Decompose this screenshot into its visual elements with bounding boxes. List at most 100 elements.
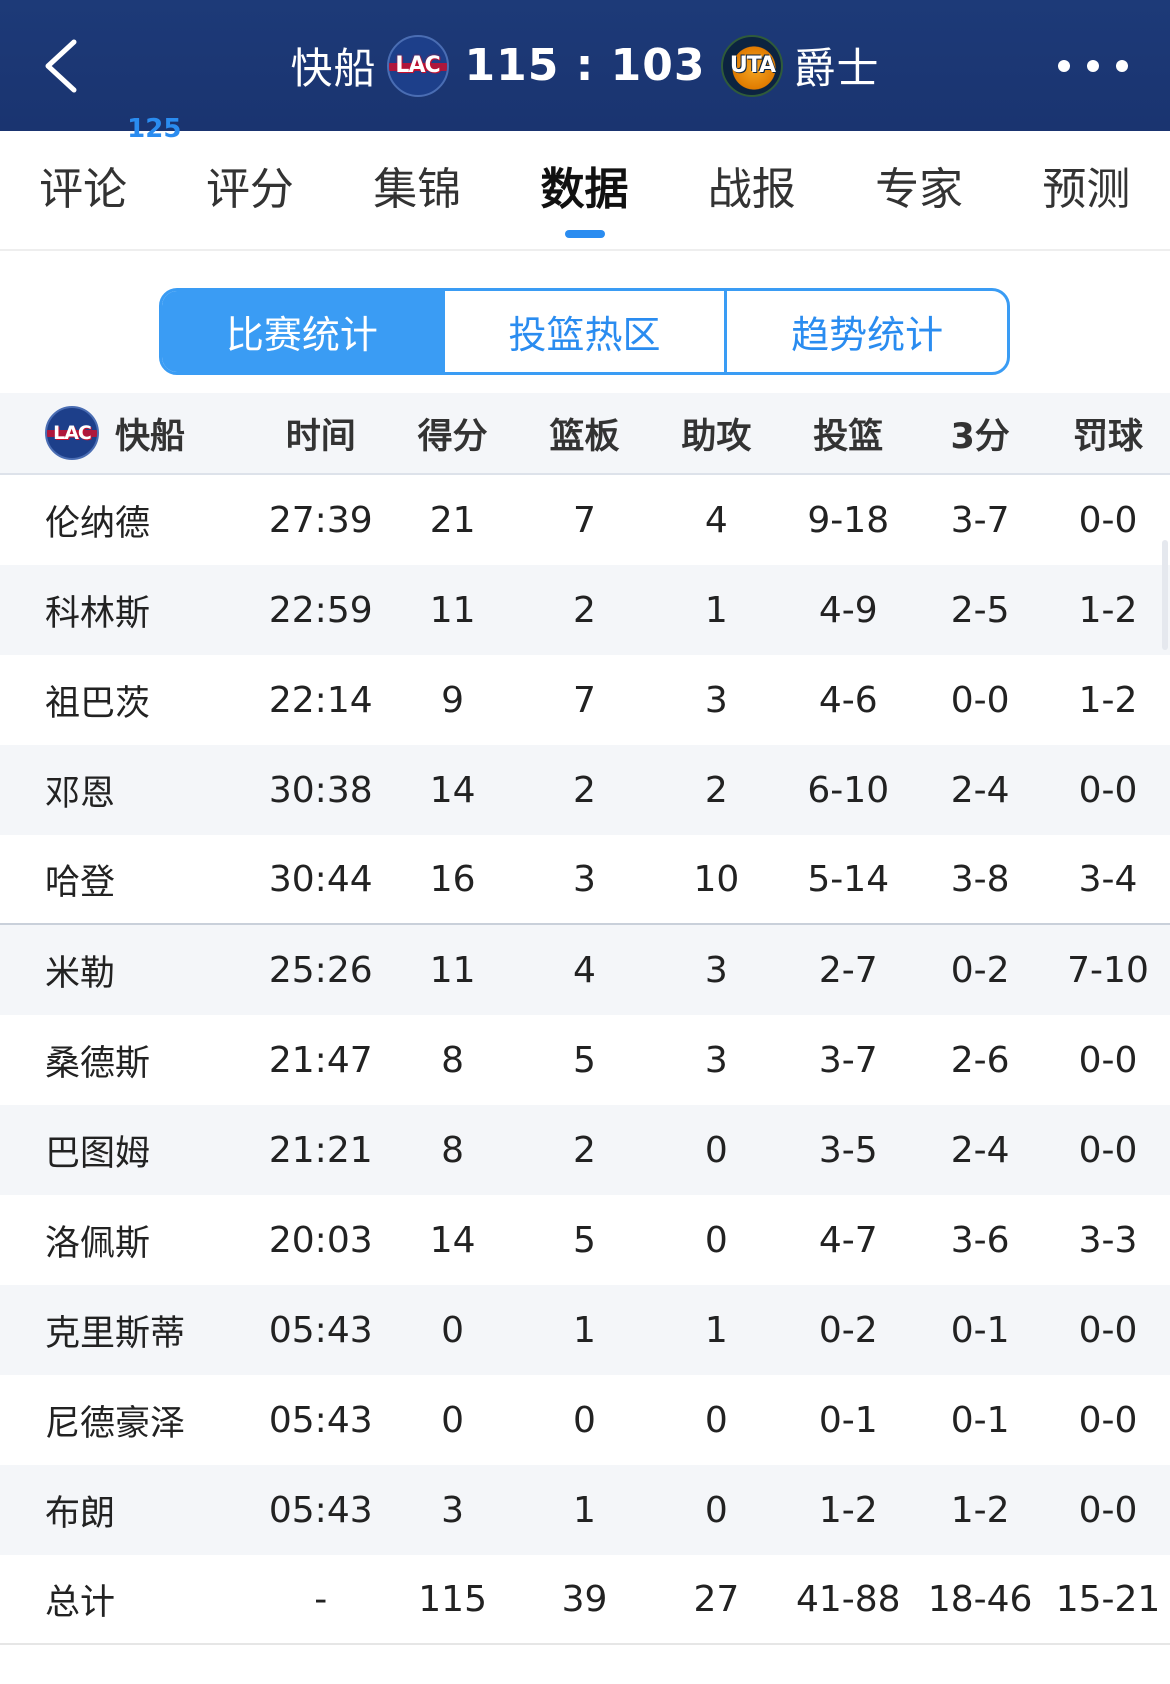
tab-highlights[interactable]: 集锦: [334, 130, 501, 250]
cell-free-throws: 0-0: [1078, 1039, 1138, 1081]
cell-field-goals: 6-10: [807, 769, 890, 811]
table-row[interactable]: 布朗 05:43 3 1 0 1-2 1-2 0-0: [0, 1465, 1170, 1555]
tab-comments[interactable]: 评论 125: [0, 114, 181, 250]
team-column-header[interactable]: LAC 快船: [0, 406, 255, 460]
total-field-goals: 41-88: [795, 1578, 901, 1620]
cell-three-pointers: 3-7: [950, 499, 1010, 541]
scoreboard: 快船 LAC 115 : 103 UTA 爵士: [0, 0, 1170, 131]
table-total-row: 总计 - 115 39 27 41-88 18-46 15-21: [0, 1555, 1170, 1645]
tab-label: 评论: [39, 164, 128, 215]
cell-free-throws: 0-0: [1078, 1129, 1138, 1171]
player-name: 邓恩: [45, 773, 116, 814]
total-label: 总计: [45, 1582, 116, 1623]
cell-points: 11: [429, 949, 476, 991]
tab-label: 评分: [205, 164, 294, 215]
segment-shot-chart[interactable]: 投篮热区: [445, 291, 728, 372]
cell-minutes: 05:43: [268, 1309, 373, 1351]
cell-assists: 0: [704, 1399, 728, 1441]
cell-field-goals: 1-2: [818, 1489, 878, 1531]
tab-predictions[interactable]: 预测: [1003, 130, 1170, 250]
cell-rebounds: 4: [573, 949, 596, 991]
segment-game-stats[interactable]: 比赛统计: [162, 291, 445, 372]
total-three-pointers: 18-46: [927, 1578, 1033, 1620]
tab-label: 专家: [875, 164, 964, 215]
table-row[interactable]: 洛佩斯 20:03 14 5 0 4-7 3-6 3-3: [0, 1195, 1170, 1285]
tab-report[interactable]: 战报: [668, 130, 835, 250]
cell-rebounds: 2: [573, 589, 596, 631]
cell-field-goals: 0-1: [818, 1399, 878, 1441]
game-score: 115 : 103: [464, 40, 706, 91]
cell-field-goals: 3-7: [818, 1039, 878, 1081]
cell-field-goals: 5-14: [807, 858, 890, 900]
more-options-button[interactable]: [1058, 50, 1128, 82]
total-free-throws: 15-21: [1055, 1578, 1161, 1620]
cell-points: 14: [429, 1219, 476, 1261]
cell-minutes: 25:26: [268, 949, 373, 991]
table-row[interactable]: 尼德豪泽 05:43 0 0 0 0-1 0-1 0-0: [0, 1375, 1170, 1465]
cell-rebounds: 7: [573, 679, 596, 721]
tab-ratings[interactable]: 评分: [166, 130, 333, 250]
total-rebounds: 39: [561, 1578, 608, 1620]
cell-three-pointers: 3-8: [950, 858, 1010, 900]
cell-field-goals: 3-5: [818, 1129, 878, 1171]
cell-minutes: 30:38: [268, 769, 373, 811]
player-name: 米勒: [45, 953, 116, 994]
cell-field-goals: 2-7: [818, 949, 878, 991]
home-team-logo[interactable]: LAC: [386, 34, 449, 97]
away-team-logo[interactable]: UTA: [721, 34, 784, 97]
home-team-name: 快船: [290, 44, 377, 93]
away-team-logo-text: UTA: [729, 53, 776, 78]
cell-assists: 0: [704, 1219, 728, 1261]
cell-field-goals: 4-9: [818, 589, 878, 631]
cell-assists: 3: [704, 949, 728, 991]
team-logo: LAC: [45, 406, 99, 460]
cell-three-pointers: 0-1: [950, 1399, 1010, 1441]
cell-rebounds: 0: [573, 1399, 596, 1441]
player-name: 伦纳德: [45, 503, 151, 544]
cell-rebounds: 5: [573, 1219, 596, 1261]
cell-points: 21: [429, 499, 476, 541]
table-row[interactable]: 克里斯蒂 05:43 0 1 1 0-2 0-1 0-0: [0, 1285, 1170, 1375]
player-stats-table: LAC 快船 时间 得分 篮板 助攻 投篮 3分 罚球 伦纳德 27:39 21…: [0, 393, 1170, 1645]
cell-rebounds: 2: [573, 769, 596, 811]
cell-three-pointers: 2-6: [950, 1039, 1010, 1081]
cell-three-pointers: 2-4: [950, 769, 1010, 811]
tab-label: 数据: [540, 164, 629, 215]
team-label: 快船: [115, 416, 186, 457]
segment-trend-stats[interactable]: 趋势统计: [727, 291, 1007, 372]
cell-points: 11: [429, 589, 476, 631]
player-name: 尼德豪泽: [45, 1403, 186, 1444]
cell-field-goals: 0-2: [818, 1309, 878, 1351]
total-points: 115: [418, 1578, 487, 1620]
cell-three-pointers: 2-5: [950, 589, 1010, 631]
column-header-rebounds: 篮板: [549, 416, 620, 457]
game-header: 快船 LAC 115 : 103 UTA 爵士: [0, 0, 1170, 131]
table-row[interactable]: 桑德斯 21:47 8 5 3 3-7 2-6 0-0: [0, 1015, 1170, 1105]
table-row[interactable]: 巴图姆 21:21 8 2 0 3-5 2-4 0-0: [0, 1105, 1170, 1195]
away-team-name: 爵士: [793, 44, 880, 93]
tab-experts[interactable]: 专家: [835, 130, 1002, 250]
cell-minutes: 22:59: [268, 589, 373, 631]
table-row[interactable]: 科林斯 22:59 11 2 1 4-9 2-5 1-2: [0, 565, 1170, 655]
column-header-assists: 助攻: [681, 416, 752, 457]
table-row[interactable]: 伦纳德 27:39 21 7 4 9-18 3-7 0-0: [0, 475, 1170, 565]
cell-assists: 0: [704, 1129, 728, 1171]
cell-three-pointers: 0-1: [950, 1309, 1010, 1351]
cell-assists: 1: [704, 589, 728, 631]
cell-rebounds: 5: [573, 1039, 596, 1081]
table-row[interactable]: 祖巴茨 22:14 9 7 3 4-6 0-0 1-2: [0, 655, 1170, 745]
cell-three-pointers: 1-2: [950, 1489, 1010, 1531]
cell-minutes: 20:03: [268, 1219, 373, 1261]
tab-stats[interactable]: 数据: [501, 130, 668, 250]
table-row[interactable]: 米勒 25:26 11 4 3 2-7 0-2 7-10: [0, 925, 1170, 1015]
cell-points: 3: [441, 1489, 465, 1531]
horizontal-scroll-indicator[interactable]: [1162, 540, 1168, 650]
table-row[interactable]: 哈登 30:44 16 3 10 5-14 3-8 3-4: [0, 835, 1170, 925]
table-row[interactable]: 邓恩 30:38 14 2 2 6-10 2-4 0-0: [0, 745, 1170, 835]
cell-assists: 3: [704, 679, 728, 721]
cell-free-throws: 0-0: [1078, 769, 1138, 811]
tab-label: 预测: [1042, 164, 1131, 215]
player-name: 哈登: [45, 862, 116, 903]
stats-segment-control: 比赛统计 投篮热区 趋势统计: [159, 288, 1010, 375]
cell-three-pointers: 3-6: [950, 1219, 1010, 1261]
